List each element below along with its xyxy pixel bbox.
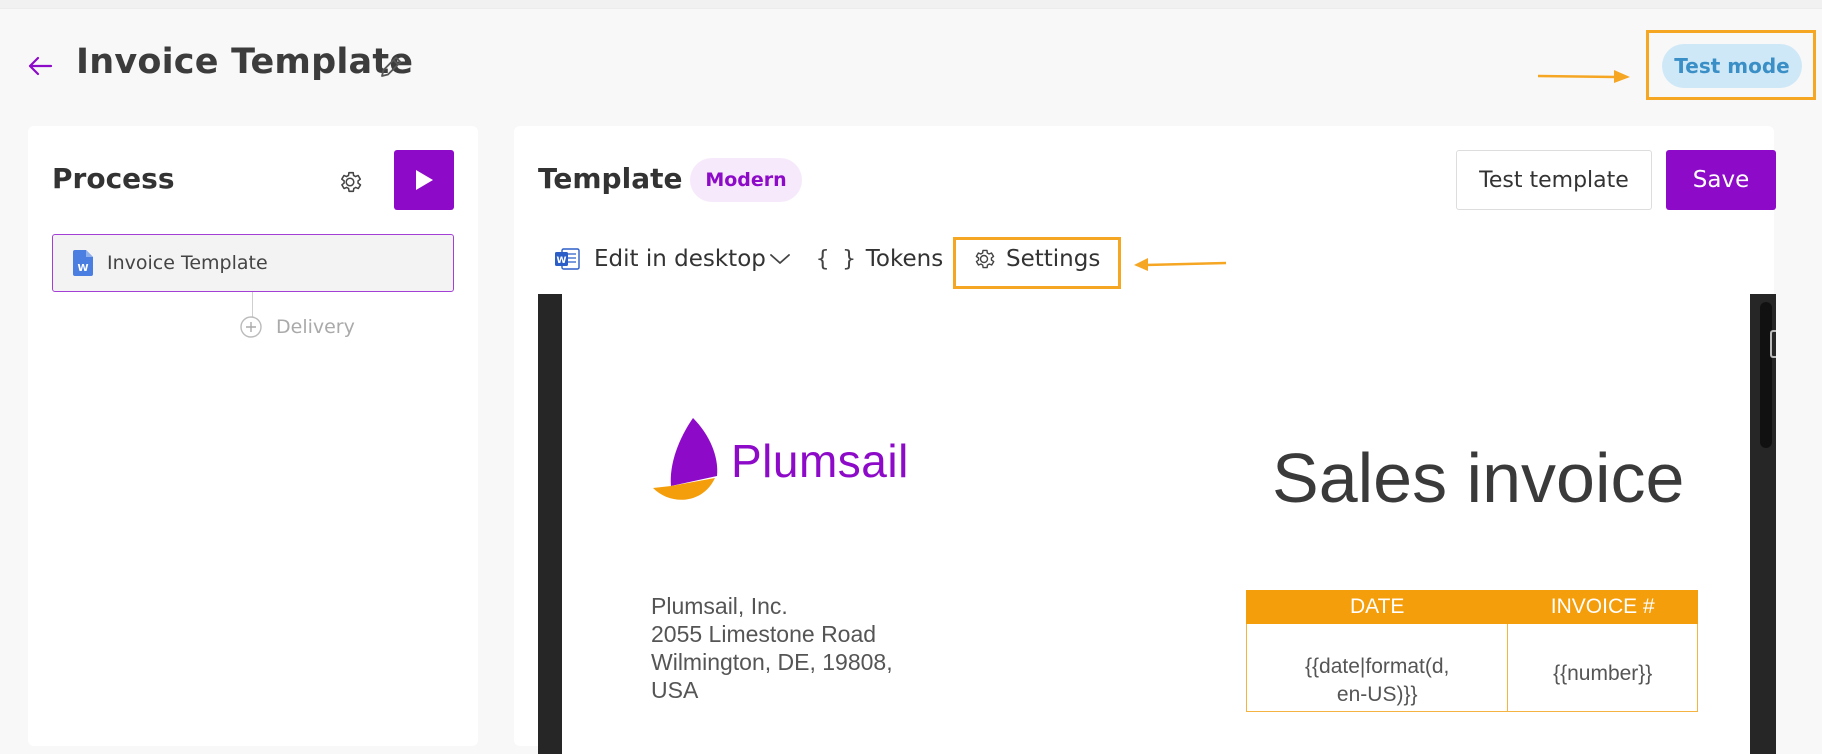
template-style-badge: Modern xyxy=(690,158,802,202)
plus-circle-icon xyxy=(240,316,262,338)
settings-highlight xyxy=(953,237,1121,289)
address-line: Wilmington, DE, 19808, xyxy=(651,649,893,675)
word-doc-icon: W xyxy=(73,250,93,276)
braces-icon: { } xyxy=(816,246,856,272)
address-line: 2055 Limestone Road xyxy=(651,621,877,647)
table-header-date: DATE xyxy=(1245,590,1509,624)
annotation-arrow-right xyxy=(1537,70,1630,83)
process-item-label: Invoice Template xyxy=(107,252,268,274)
table-cell-number: {{number}} xyxy=(1507,623,1698,712)
chevron-down-icon xyxy=(770,254,790,264)
address-line: USA xyxy=(651,677,699,703)
save-button[interactable]: Save xyxy=(1666,150,1776,210)
table-header-invoice: INVOICE # xyxy=(1507,590,1698,624)
word-icon: W xyxy=(555,248,580,270)
play-icon xyxy=(416,170,433,190)
top-border xyxy=(0,0,1822,9)
logo-text: Plumsail xyxy=(731,435,909,487)
annotation-arrow-left xyxy=(1134,258,1227,271)
plumsail-logo: Plumsail xyxy=(651,416,909,506)
test-mode-badge[interactable]: Test mode xyxy=(1662,44,1802,88)
pencil-icon xyxy=(381,56,402,77)
number-token: {{number}} xyxy=(1553,662,1653,685)
back-button[interactable] xyxy=(24,50,56,82)
edit-in-desktop-label: Edit in desktop xyxy=(594,246,766,272)
test-template-button[interactable]: Test template xyxy=(1456,150,1652,210)
add-delivery-button[interactable]: Delivery xyxy=(240,316,355,338)
run-process-button[interactable] xyxy=(394,150,454,210)
document-scrollbar[interactable] xyxy=(1760,302,1772,448)
date-token-line: {{date|format(d, xyxy=(1305,655,1450,678)
edit-in-desktop-button[interactable]: W Edit in desktop xyxy=(554,234,766,284)
tokens-button[interactable]: { } Tokens xyxy=(816,234,943,284)
document-page: Plumsail Sales invoice Plumsail, Inc. 20… xyxy=(562,294,1750,754)
svg-text:W: W xyxy=(557,256,567,266)
document-preview[interactable]: Plumsail Sales invoice Plumsail, Inc. 20… xyxy=(538,294,1776,754)
company-address: Plumsail, Inc. 2055 Limestone Road Wilmi… xyxy=(651,592,893,704)
page-title: Invoice Template xyxy=(76,42,414,82)
address-line: Plumsail, Inc. xyxy=(651,593,788,619)
delivery-label: Delivery xyxy=(276,316,355,338)
table-cell-date: {{date|format(d, en-US)}} xyxy=(1245,623,1509,712)
document-title: Sales invoice xyxy=(1272,439,1685,517)
tokens-label: Tokens xyxy=(865,246,944,272)
sail-logo-icon xyxy=(653,418,718,500)
process-title: Process xyxy=(52,162,175,195)
back-arrow-icon xyxy=(28,56,53,76)
template-panel: Template Modern Test template Save W Edi… xyxy=(514,126,1776,754)
invoice-info-table: DATE INVOICE # {{date|format(d, en-US)}}… xyxy=(1245,590,1698,712)
process-item-invoice-template[interactable]: W Invoice Template xyxy=(52,234,454,292)
edit-options-dropdown[interactable] xyxy=(766,234,794,284)
template-title: Template xyxy=(538,162,683,195)
edit-title-button[interactable] xyxy=(374,50,408,84)
gear-icon xyxy=(341,171,362,193)
process-panel: Process W Invoice Template Delivery xyxy=(28,126,478,746)
svg-text:W: W xyxy=(77,263,88,274)
date-token-line: en-US)}} xyxy=(1336,683,1418,706)
document-resize-handle[interactable] xyxy=(1770,330,1776,358)
process-settings-button[interactable] xyxy=(334,166,366,198)
